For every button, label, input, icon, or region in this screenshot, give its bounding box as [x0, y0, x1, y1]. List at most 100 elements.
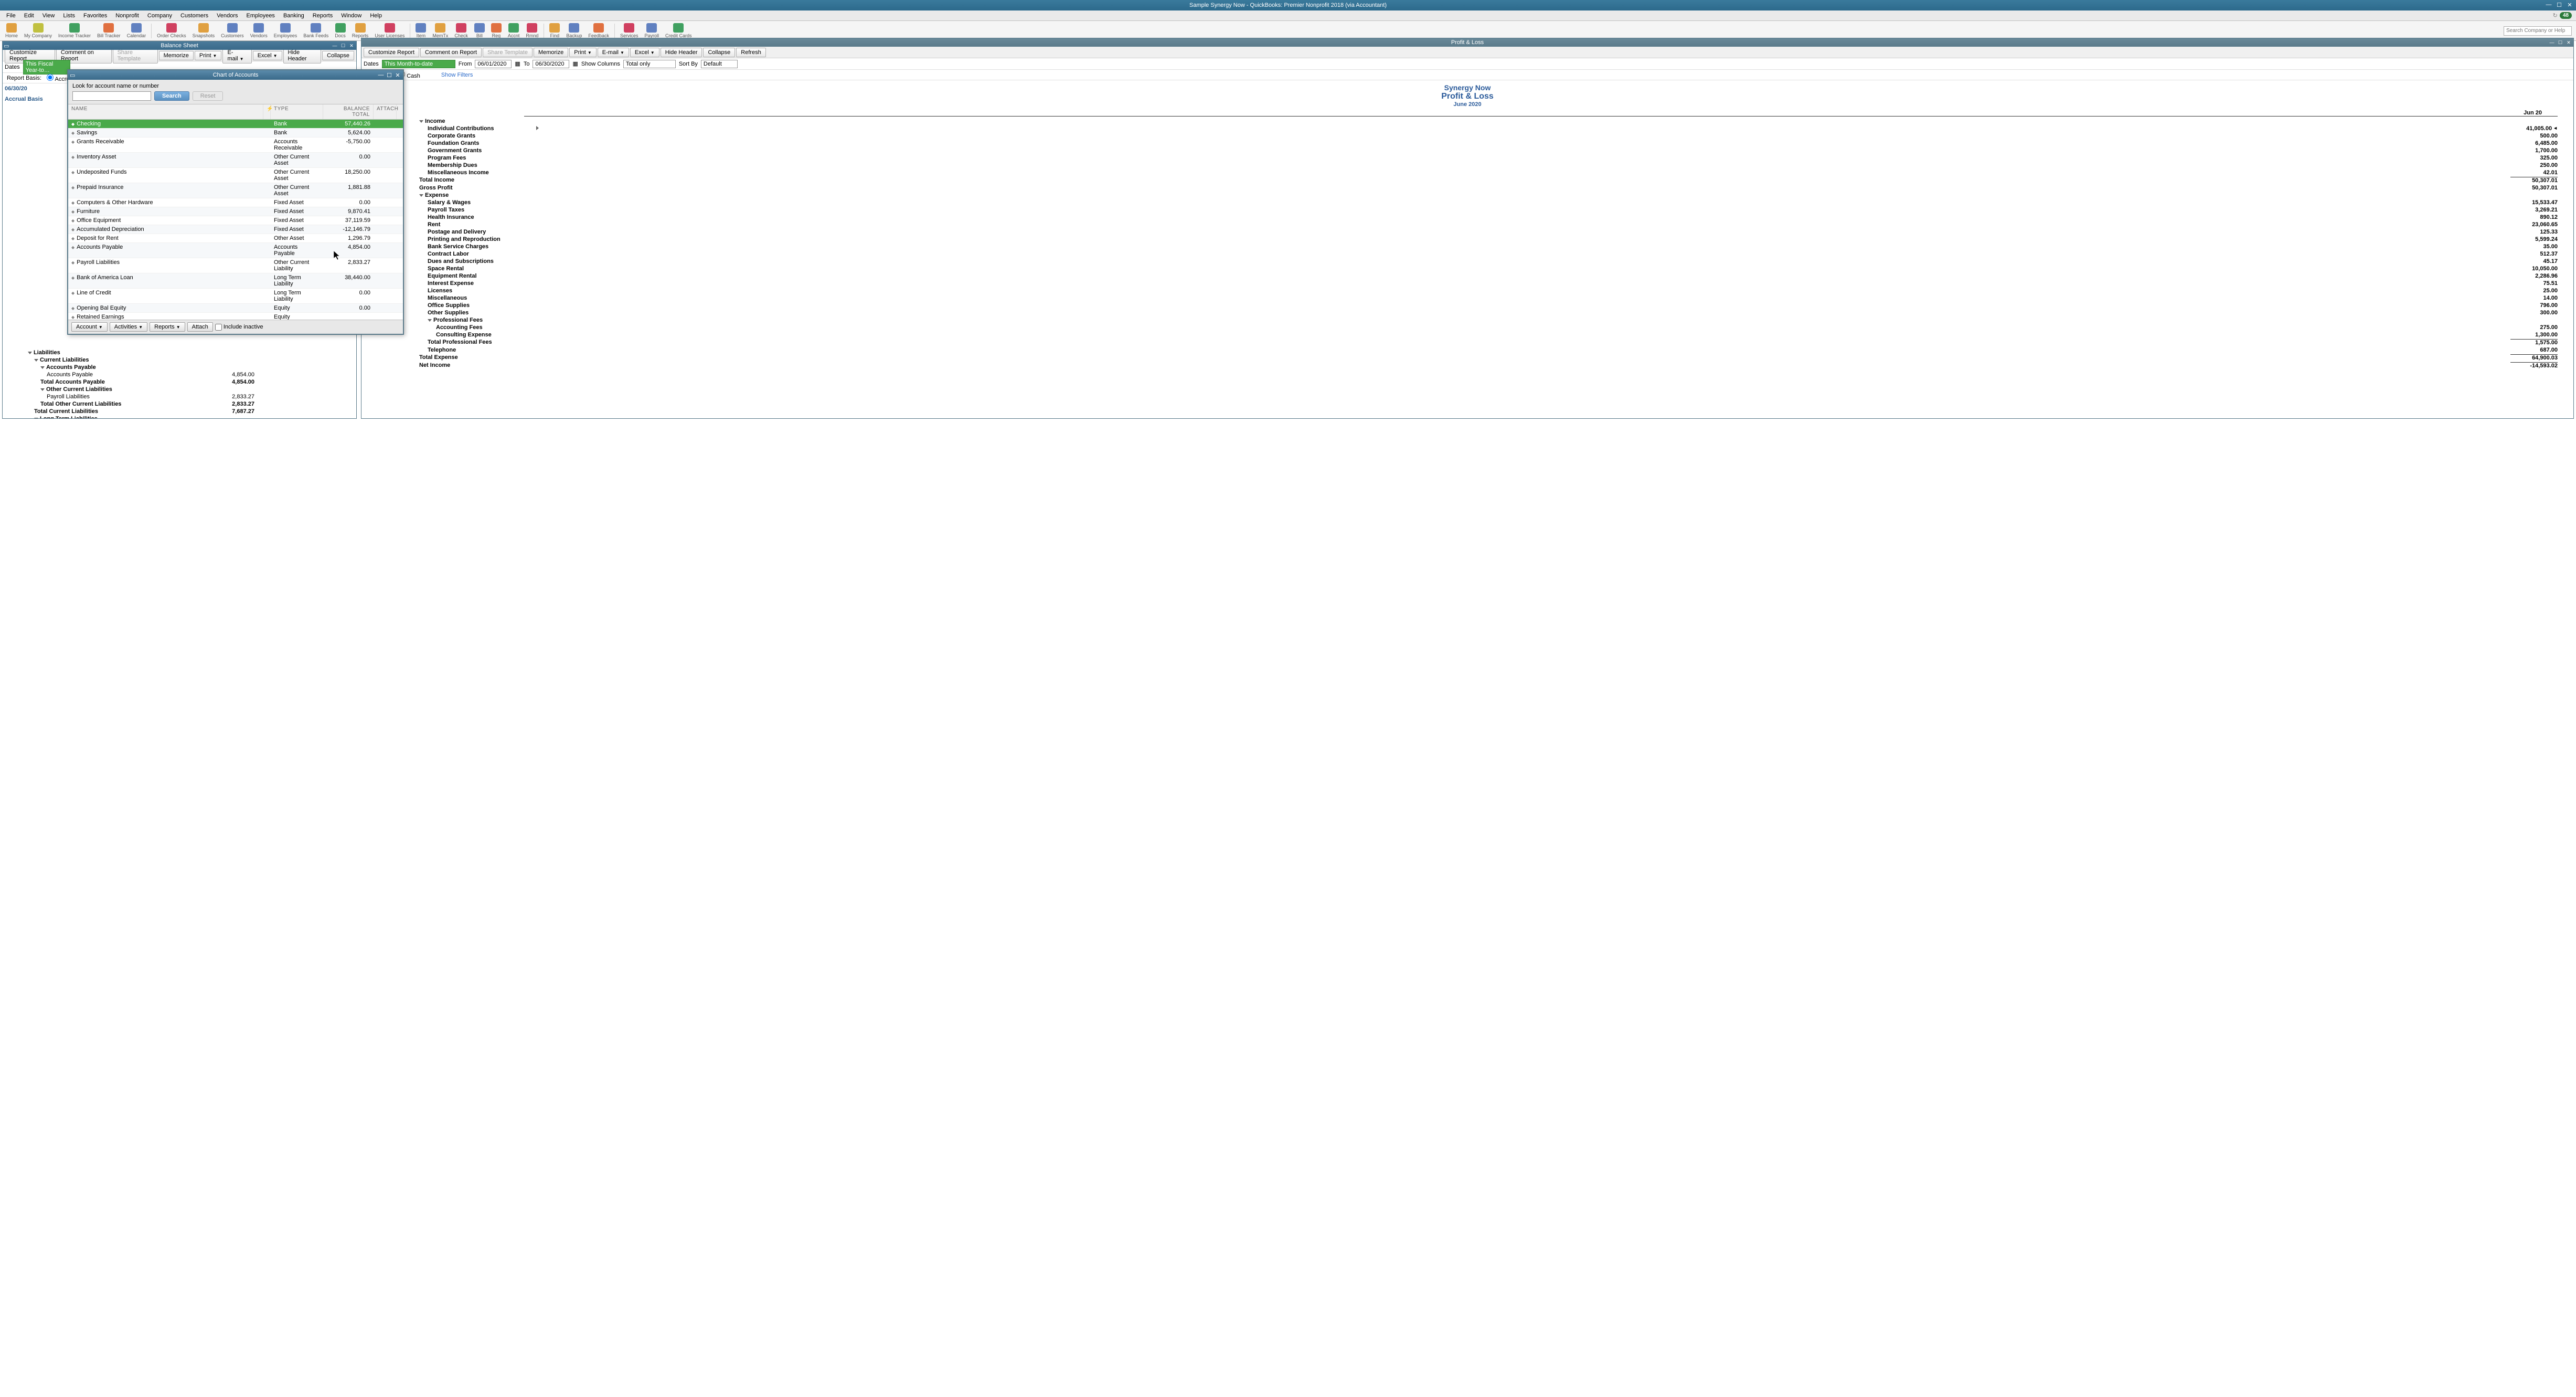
sort-by-combo[interactable]: Default — [701, 60, 738, 68]
toolbar-bill-tracker[interactable]: Bill Tracker — [94, 23, 124, 38]
pl-row[interactable]: Printing and Reproduction5,599.24 — [419, 236, 2558, 243]
bs-row[interactable]: Accounts Payable4,854.00 — [28, 371, 259, 378]
search-button[interactable]: Search — [154, 91, 189, 101]
minimize-icon[interactable]: — — [2545, 1, 2553, 8]
pl-row[interactable]: Telephone687.00 — [419, 346, 2558, 354]
toolbar-check[interactable]: Check — [451, 23, 471, 38]
pl-row[interactable]: Miscellaneous14.00 — [419, 294, 2558, 302]
menu-company[interactable]: Company — [143, 12, 176, 20]
col-type[interactable]: TYPE — [271, 104, 323, 119]
toolbar-my-company[interactable]: My Company — [21, 23, 55, 38]
menu-vendors[interactable]: Vendors — [212, 12, 242, 20]
coa-row[interactable]: ◆Payroll LiabilitiesOther Current Liabil… — [68, 258, 403, 273]
reminder-icon[interactable]: ↻ — [2553, 12, 2558, 19]
maximize-icon[interactable]: ☐ — [339, 43, 347, 49]
coa-row[interactable]: ◆Accounts PayableAccounts Payable4,854.0… — [68, 243, 403, 258]
coa-row[interactable]: ◆FurnitureFixed Asset9,870.41 — [68, 207, 403, 216]
toolbar-vendors[interactable]: Vendors — [247, 23, 271, 38]
refresh-button[interactable]: Refresh — [736, 48, 766, 57]
pl-row[interactable]: Office Supplies796.00 — [419, 302, 2558, 309]
pl-row[interactable]: Professional Fees — [419, 316, 2558, 324]
menu-window[interactable]: Window — [337, 12, 366, 20]
collapse-icon[interactable] — [40, 388, 45, 391]
coa-row[interactable]: ◆Accumulated DepreciationFixed Asset-12,… — [68, 225, 403, 234]
comment-on-report-button[interactable]: Comment on Report — [420, 48, 482, 57]
menu-reports[interactable]: Reports — [308, 12, 337, 20]
excel-button[interactable]: Excel▼ — [630, 48, 659, 57]
toolbar-accnt[interactable]: Accnt — [505, 23, 523, 38]
expand-icon[interactable] — [536, 126, 539, 130]
print-button[interactable]: Print▼ — [195, 51, 222, 60]
menu-favorites[interactable]: Favorites — [79, 12, 111, 20]
pl-row[interactable]: Gross Profit50,307.01 — [419, 184, 2558, 192]
toolbar-home[interactable]: Home — [2, 23, 21, 38]
memorize-button[interactable]: Memorize — [534, 48, 568, 57]
minimize-icon[interactable]: — — [377, 72, 385, 79]
pl-row[interactable]: Health Insurance890.12 — [419, 214, 2558, 221]
share-template-button[interactable]: Share Template — [483, 48, 533, 57]
menu-lists[interactable]: Lists — [59, 12, 79, 20]
close-icon[interactable]: ✕ — [348, 43, 355, 49]
col-name[interactable]: NAME — [68, 104, 263, 119]
pl-row[interactable]: Total Income50,307.01 — [419, 176, 2558, 184]
e-mail-button[interactable]: E-mail▼ — [222, 48, 251, 64]
maximize-icon[interactable]: ☐ — [386, 72, 393, 79]
coa-row[interactable]: ◆Prepaid InsuranceOther Current Asset1,8… — [68, 183, 403, 198]
calendar-icon[interactable]: ▦ — [572, 60, 578, 67]
bs-row[interactable]: Total Other Current Liabilities2,833.27 — [28, 400, 259, 408]
coa-row[interactable]: ◆Deposit for RentOther Asset1,296.79 — [68, 234, 403, 243]
pl-row[interactable]: Foundation Grants6,485.00 — [419, 140, 2558, 147]
pl-row[interactable]: Total Professional Fees1,575.00 — [419, 338, 2558, 346]
reset-button[interactable]: Reset — [193, 91, 223, 101]
pl-row[interactable]: Space Rental10,050.00 — [419, 265, 2558, 272]
bs-row[interactable]: Long Term Liabilities — [28, 415, 259, 418]
pl-row[interactable]: Income — [419, 118, 2558, 125]
toolbar-snapshots[interactable]: Snapshots — [189, 23, 218, 38]
menu-employees[interactable]: Employees — [242, 12, 279, 20]
coa-row[interactable]: ◆Line of CreditLong Term Liability0.00 — [68, 289, 403, 304]
attach-button[interactable]: Attach — [187, 322, 213, 332]
pl-row[interactable]: Program Fees325.00 — [419, 154, 2558, 162]
minimize-icon[interactable]: — — [331, 43, 338, 49]
toolbar-customers[interactable]: Customers — [218, 23, 247, 38]
menu-help[interactable]: Help — [366, 12, 386, 20]
bs-row[interactable]: Total Current Liabilities7,687.27 — [28, 408, 259, 415]
collapse-icon[interactable] — [34, 359, 38, 362]
toolbar-employees[interactable]: Employees — [271, 23, 301, 38]
toolbar-docs[interactable]: Docs — [332, 23, 349, 38]
collapse-icon[interactable] — [419, 194, 423, 197]
pl-row[interactable]: Rent23,060.65 — [419, 221, 2558, 228]
collapse-button[interactable]: Collapse — [703, 48, 735, 57]
pl-row[interactable]: Equipment Rental2,286.96 — [419, 272, 2558, 280]
pl-row[interactable]: Postage and Delivery125.33 — [419, 228, 2558, 236]
collapse-icon[interactable] — [40, 366, 45, 369]
coa-row[interactable]: ◆SavingsBank5,624.00 — [68, 129, 403, 137]
toolbar-bank-feeds[interactable]: Bank Feeds — [300, 23, 332, 38]
to-date-input[interactable] — [533, 60, 569, 68]
close-icon[interactable]: ✕ — [2565, 39, 2572, 46]
pl-row[interactable]: Membership Dues250.00 — [419, 162, 2558, 169]
col-balance[interactable]: BALANCE TOTAL — [323, 104, 374, 119]
coa-row[interactable]: ◆CheckingBank57,440.26 — [68, 120, 403, 129]
coa-row[interactable]: ◆Bank of America LoanLong Term Liability… — [68, 273, 403, 289]
coa-row[interactable]: ◆Grants ReceivableAccounts Receivable-5,… — [68, 137, 403, 153]
coa-row[interactable]: ◆Opening Bal EquityEquity0.00 — [68, 304, 403, 313]
pl-row[interactable]: Payroll Taxes3,269.21 — [419, 206, 2558, 214]
pl-row[interactable]: Licenses25.00 — [419, 287, 2558, 294]
menu-edit[interactable]: Edit — [20, 12, 38, 20]
collapse-button[interactable]: Collapse — [322, 51, 354, 60]
print-button[interactable]: Print▼ — [569, 48, 597, 57]
customize-report-button[interactable]: Customize Report — [364, 48, 419, 57]
calendar-icon[interactable]: ▦ — [515, 60, 520, 67]
toolbar-reports[interactable]: Reports — [349, 23, 372, 38]
pl-row[interactable]: Accounting Fees275.00 — [419, 324, 2558, 331]
pl-row[interactable]: Consulting Expense1,300.00 — [419, 331, 2558, 338]
coa-row[interactable]: ◆Office EquipmentFixed Asset37,119.59 — [68, 216, 403, 225]
toolbar-user-licenses[interactable]: User Licenses — [371, 23, 408, 38]
toolbar-calendar[interactable]: Calendar — [124, 23, 150, 38]
pl-row[interactable]: Expense — [419, 192, 2558, 199]
menu-banking[interactable]: Banking — [279, 12, 308, 20]
memorize-button[interactable]: Memorize — [159, 51, 194, 60]
close-icon[interactable]: ✕ — [394, 72, 401, 79]
bs-row[interactable]: Current Liabilities — [28, 356, 259, 364]
